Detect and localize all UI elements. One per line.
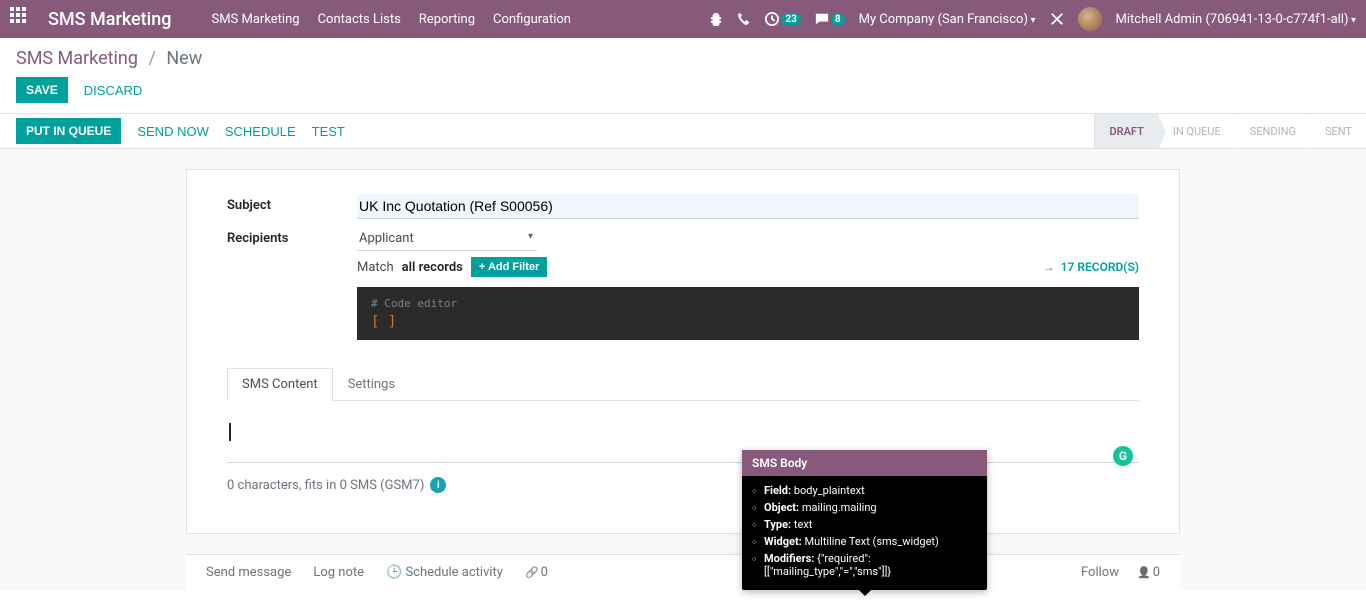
avatar[interactable] [1078, 7, 1102, 31]
arrow-right-icon: → [1043, 260, 1055, 274]
put-in-queue-button[interactable]: Put in Queue [16, 118, 121, 144]
main-menu: SMS Marketing Contacts Lists Reporting C… [211, 12, 571, 27]
records-link[interactable]: → 17 RECORD(S) [1043, 260, 1139, 274]
subject-input[interactable] [357, 194, 1139, 219]
match-bold: all records [402, 260, 463, 275]
debug-icon[interactable] [709, 12, 723, 26]
statusbar-row: Put in Queue Send Now Schedule Test Draf… [0, 113, 1366, 149]
test-button[interactable]: Test [312, 124, 345, 139]
close-icon[interactable] [1050, 12, 1064, 26]
subject-label: Subject [227, 194, 357, 213]
clock-small-icon: 🕒 [386, 565, 402, 580]
chat-icon[interactable]: 8 [815, 12, 845, 26]
sms-counter: 0 characters, fits in 0 SMS (GSM7) i [227, 477, 1139, 493]
send-now-button[interactable]: Send Now [137, 124, 209, 139]
tab-settings[interactable]: Settings [333, 368, 410, 400]
user-menu[interactable]: Mitchell Admin (706941-13-0-c774f1-all) [1116, 12, 1357, 27]
menu-configuration[interactable]: Configuration [493, 12, 571, 27]
top-nav: SMS Marketing SMS Marketing Contacts Lis… [0, 0, 1366, 38]
status-steps: Draft In Queue Sending Sent [1094, 114, 1366, 148]
domain-code-editor[interactable]: # Code editor [ ] [357, 287, 1139, 340]
status-sending[interactable]: Sending [1235, 114, 1310, 148]
schedule-activity-link[interactable]: 🕒 Schedule activity [386, 565, 503, 580]
log-note-link[interactable]: Log note [313, 565, 364, 580]
sms-body-input[interactable]: G [227, 413, 1139, 463]
apps-icon[interactable] [10, 7, 34, 31]
save-button[interactable]: Save [16, 77, 68, 103]
tabs: SMS Content Settings [227, 368, 1139, 401]
form-sheet: Subject Recipients Applicant Match all r… [186, 169, 1180, 534]
tab-sms-content[interactable]: SMS Content [227, 368, 333, 401]
company-selector[interactable]: My Company (San Francisco) [859, 12, 1036, 27]
menu-contacts-lists[interactable]: Contacts Lists [318, 12, 401, 27]
menu-reporting[interactable]: Reporting [419, 12, 475, 27]
recipients-label: Recipients [227, 227, 357, 246]
text-caret [229, 423, 231, 441]
phone-icon[interactable] [737, 12, 751, 26]
clock-badge: 23 [781, 14, 800, 25]
match-text: Match [357, 260, 394, 275]
follower-count[interactable]: 0 [1137, 565, 1160, 580]
schedule-button[interactable]: Schedule [225, 124, 296, 139]
breadcrumb-current: New [166, 48, 202, 69]
status-draft[interactable]: Draft [1094, 114, 1157, 148]
breadcrumb: SMS Marketing / New [0, 38, 1366, 69]
grammarly-icon[interactable]: G [1113, 446, 1133, 466]
menu-sms-marketing[interactable]: SMS Marketing [211, 12, 299, 27]
send-message-link[interactable]: Send message [206, 565, 291, 580]
tooltip-title: SMS Body [742, 450, 987, 476]
control-row: Save Discard [0, 69, 1366, 113]
attachment-count[interactable]: 0 [525, 565, 548, 580]
status-in-queue[interactable]: In Queue [1158, 114, 1235, 148]
discard-button[interactable]: Discard [84, 83, 143, 98]
clock-icon[interactable]: 23 [765, 12, 800, 26]
add-filter-button[interactable]: Add Filter [471, 257, 547, 277]
chatter: Send message Log note 🕒 Schedule activit… [186, 554, 1180, 590]
field-tooltip: SMS Body Field: body_plaintext Object: m… [742, 450, 987, 590]
status-sent[interactable]: Sent [1310, 114, 1366, 148]
app-brand[interactable]: SMS Marketing [48, 9, 171, 30]
recipients-select[interactable]: Applicant [357, 227, 537, 251]
breadcrumb-root[interactable]: SMS Marketing [16, 48, 138, 69]
info-icon[interactable]: i [430, 477, 446, 493]
follow-button[interactable]: Follow [1081, 565, 1119, 580]
chat-badge: 8 [831, 14, 845, 25]
